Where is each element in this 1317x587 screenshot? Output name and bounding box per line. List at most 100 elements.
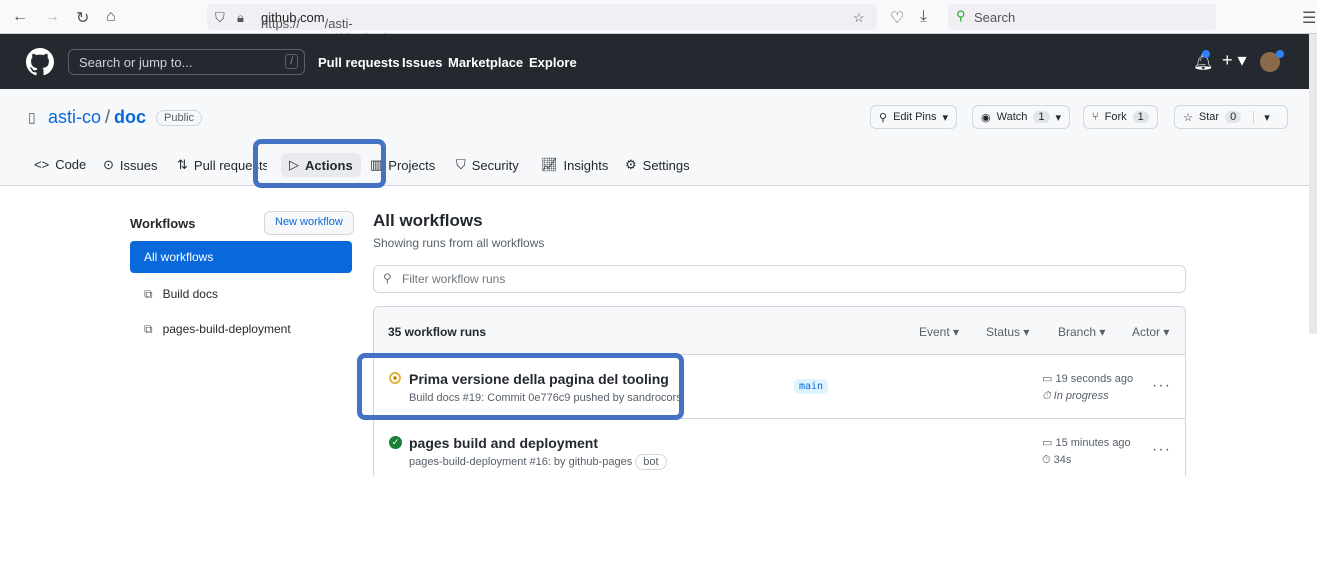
repo-name-link[interactable]: doc [114,107,146,128]
page-title: All workflows [373,211,483,230]
workflows-heading: Workflows [130,216,196,231]
slash-shortcut: / [285,54,298,69]
star-dropdown[interactable]: ▾ [1253,110,1270,124]
actor-filter[interactable]: Actor ▾ [1132,325,1169,339]
search-placeholder: Search or jump to... [79,55,193,70]
repo-header: ▯ asti-co / doc Public ⚲ Edit Pins ▾ ◉ Watc… [0,89,1317,186]
download-icon[interactable]: ⤓ [920,8,927,26]
tab-label: Code [55,157,87,172]
sidebar-item-label: pages-build-deployment [162,322,291,336]
nav-pull-requests[interactable]: Pull requests [318,55,400,70]
global-search-input[interactable]: Search or jump to... / [68,49,305,75]
more-options-icon[interactable]: ··· [1152,441,1171,459]
bot-badge: bot [635,454,667,470]
browser-toolbar: ← → ↻ ⌂ ⛉ 🔒︎ https://github.com/asti-co/… [0,0,1317,46]
edit-pins-button[interactable]: ⚲ Edit Pins ▾ [870,105,958,129]
run-duration: ⏱ In progress [1042,390,1109,402]
highlight-first-run [357,353,684,420]
forward-icon[interactable]: → [44,8,60,26]
tab-issues[interactable]: ⊙ Issues [103,157,157,173]
search-icon: ⚲ [956,8,966,23]
run-time: ▭ 19 seconds ago [1042,373,1134,385]
run-subtitle: pages-build-deployment #16: by github-pa… [409,454,667,470]
run-title[interactable]: pages build and deployment [409,435,598,451]
tab-label: Security [471,157,519,173]
run-duration: ⏱ 34s [1042,454,1072,466]
tab-label: Projects [388,157,436,173]
event-filter[interactable]: Event ▾ [919,325,959,339]
success-check-icon: ✓ [389,436,402,449]
tab-settings[interactable]: ⚙ Settings [625,157,690,173]
workflow-icon: ⧉ [144,287,153,301]
edit-pins-label: Edit Pins [893,111,937,123]
sidebar-item-pages-build-deployment[interactable]: ⧉ pages-build-deployment [130,313,352,345]
workflow-icon: ⧉ [144,322,153,336]
table-row[interactable]: ✓ pages build and deployment pages-build… [374,419,1185,476]
repo-icon: ▯ [28,109,36,125]
star-label: Star [1198,111,1220,123]
home-icon[interactable]: ⌂ [106,8,116,26]
watch-label: Watch [996,111,1028,123]
menu-icon[interactable]: ☰ [1302,8,1316,28]
fork-count: 1 [1132,111,1149,123]
lock-icon: 🔒︎ [237,10,244,25]
filter-runs-input[interactable]: ⚲ Filter workflow runs [373,265,1186,293]
graph-icon: 📈︎ [541,157,558,172]
tab-label: Settings [642,157,690,173]
pin-icon: ⚲ [879,111,888,124]
star-button[interactable]: ☆ Star 0 ▾ [1174,105,1288,129]
watch-count: 1 [1033,111,1050,123]
issue-icon: ⊙ [103,157,114,172]
bookmark-star-icon[interactable]: ☆ [853,10,865,26]
github-header: Search or jump to... / Pull requests Issu… [0,34,1317,89]
branch-filter[interactable]: Branch ▾ [1058,325,1105,339]
scrollbar[interactable] [1309,34,1317,334]
url-bar[interactable]: ⛉ 🔒︎ https://github.com/asti-co/doc/acti… [207,4,877,46]
url-prefix: https:// [261,16,301,31]
nav-marketplace[interactable]: Marketplace [448,55,523,70]
sidebar-item-label: Build docs [162,287,218,301]
code-icon: <> [34,157,50,172]
sidebar-item-build-docs[interactable]: ⧉ Build docs [130,278,352,310]
fork-icon: ⑂ [1092,111,1099,123]
repo-separator: / [105,107,111,127]
repo-owner-link[interactable]: asti-co [48,107,101,128]
tab-label: Insights [563,157,609,173]
status-filter[interactable]: Status ▾ [986,325,1029,339]
new-workflow-button[interactable]: New workflow [264,211,354,235]
more-options-icon[interactable]: ··· [1152,377,1171,395]
tab-label: Issues [119,157,158,173]
runs-count: 35 workflow runs [388,325,487,339]
fork-label: Fork [1104,111,1127,123]
notification-dot [1202,50,1210,58]
run-time: ▭ 15 minutes ago [1042,437,1131,449]
tab-security[interactable]: ⛉ Security [456,157,519,173]
tab-code[interactable]: <> Code [34,157,86,172]
tab-insights[interactable]: 📈︎ Insights [541,157,608,173]
watch-button[interactable]: ◉ Watch 1 ▾ [972,105,1071,129]
visibility-badge: Public [156,109,203,126]
shield-icon: ⛉ [215,10,225,25]
search-icon: ⚲ [383,271,392,285]
reload-icon[interactable]: ↻ [76,8,89,28]
nav-explore[interactable]: Explore [529,55,577,70]
branch-badge[interactable]: main [794,379,829,394]
highlight-actions-tab [253,139,386,188]
star-count: 0 [1225,111,1242,123]
github-logo-icon[interactable] [26,48,54,76]
pocket-icon[interactable]: ♡ [890,8,904,28]
nav-issues[interactable]: Issues [402,55,442,70]
eye-icon: ◉ [981,111,991,124]
avatar-dot [1276,50,1284,58]
plus-icon[interactable]: + ▾ [1222,50,1247,71]
back-icon[interactable]: ← [12,8,28,26]
browser-search-placeholder: Search [974,10,1016,25]
shield-icon: ⛉ [456,157,466,172]
star-icon: ☆ [1183,111,1193,124]
pull-request-icon: ⇅ [177,157,188,172]
browser-search[interactable]: ⚲ Search [948,4,1216,30]
fork-button[interactable]: ⑂ Fork 1 [1083,105,1158,129]
gear-icon: ⚙ [625,157,637,172]
page-subtitle: Showing runs from all workflows [373,236,545,250]
sidebar-item-all-workflows[interactable]: All workflows [130,241,352,273]
